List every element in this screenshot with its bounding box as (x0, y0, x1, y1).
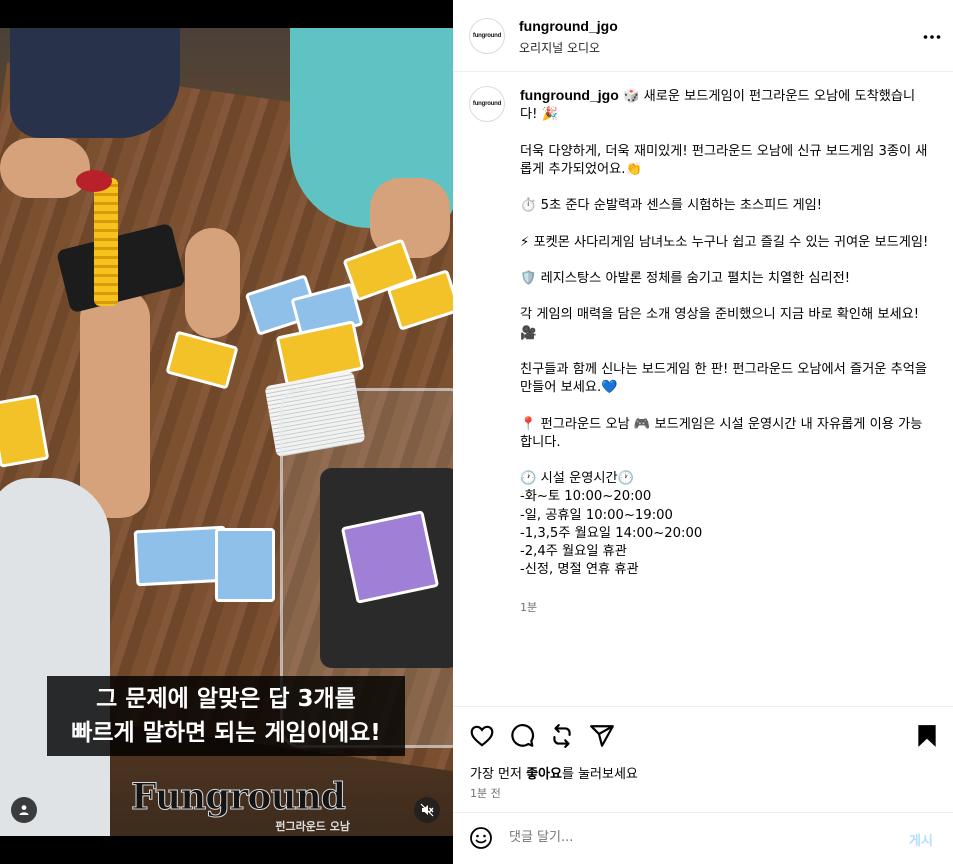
more-horizontal-icon (923, 35, 941, 39)
player-shirt-left (10, 28, 180, 138)
speaker-muted-icon (420, 803, 434, 817)
more-button[interactable] (923, 24, 941, 45)
wordmark-sub: 펀그라운드 오남 (275, 820, 350, 833)
arm (185, 228, 240, 338)
send-icon[interactable] (589, 723, 615, 749)
player-shirt-bottom (0, 478, 110, 836)
post-comment-button[interactable]: 게시 (909, 830, 933, 849)
avatar[interactable]: funground (469, 18, 505, 54)
post-panel: funground funground_jgo 오리지널 오디오 fungrou… (453, 0, 953, 864)
comment-bar: 게시 (453, 812, 953, 864)
avatar-logo: funground (472, 33, 502, 39)
likes-suffix: 를 눌러보세요 (562, 767, 638, 782)
caption-avatar[interactable]: funground (469, 86, 505, 122)
video-caption: 그 문제에 알맞은 답 3개를 빠르게 말하면 되는 게임이에요! (47, 676, 405, 756)
video-player[interactable]: 그 문제에 알맞은 답 3개를 빠르게 말하면 되는 게임이에요! Fungro… (0, 0, 453, 864)
person-icon (19, 805, 29, 815)
caption-line-1: 그 문제에 알맞은 답 3개를 (96, 686, 356, 712)
post-timestamp[interactable]: 1분 전 (470, 785, 501, 801)
bookmark-icon[interactable] (914, 723, 940, 749)
comment-icon[interactable] (509, 723, 535, 749)
arm (0, 138, 90, 198)
smiley-icon[interactable] (469, 826, 493, 850)
post-body: funground funground_jgo 🎲 새로운 보드게임이 펀그라운… (469, 86, 939, 706)
wordmark-text: Funground (131, 776, 347, 819)
caption-line-2: 빠르게 말하면 되는 게임이에요! (71, 720, 381, 746)
toy-cap (76, 170, 112, 192)
avatar-logo: funground (472, 101, 502, 107)
funground-wordmark: Funground 펀그라운드 오남 (118, 776, 358, 834)
action-bar: 가장 먼저 좋아요를 눌러보세요 1분 전 (453, 706, 953, 812)
caption-username[interactable]: funground_jgo (520, 87, 619, 103)
toy-stick (94, 178, 118, 306)
caption-time: 1분 (520, 601, 538, 614)
header-username[interactable]: funground_jgo (519, 18, 618, 34)
tagged-users-button[interactable] (11, 797, 37, 823)
likes-link[interactable]: 좋아요 (526, 767, 562, 782)
likes-prefix: 가장 먼저 (470, 767, 527, 782)
mute-button[interactable] (414, 797, 440, 823)
post-caption: funground_jgo 🎲 새로운 보드게임이 펀그라운드 오남에 도착했습… (520, 86, 930, 579)
game-card (215, 528, 275, 602)
comment-input[interactable] (509, 830, 889, 845)
post-header: funground funground_jgo 오리지널 오디오 (453, 0, 953, 72)
caption-text: 🎲 새로운 보드게임이 펀그라운드 오남에 도착했습니다! 🎉 더욱 다양하게,… (520, 89, 929, 578)
heart-icon[interactable] (469, 723, 495, 749)
likes-prompt: 가장 먼저 좋아요를 눌러보세요 (470, 763, 638, 782)
repost-icon[interactable] (549, 723, 575, 749)
audio-label[interactable]: 오리지널 오디오 (519, 39, 600, 56)
arm (80, 288, 150, 518)
